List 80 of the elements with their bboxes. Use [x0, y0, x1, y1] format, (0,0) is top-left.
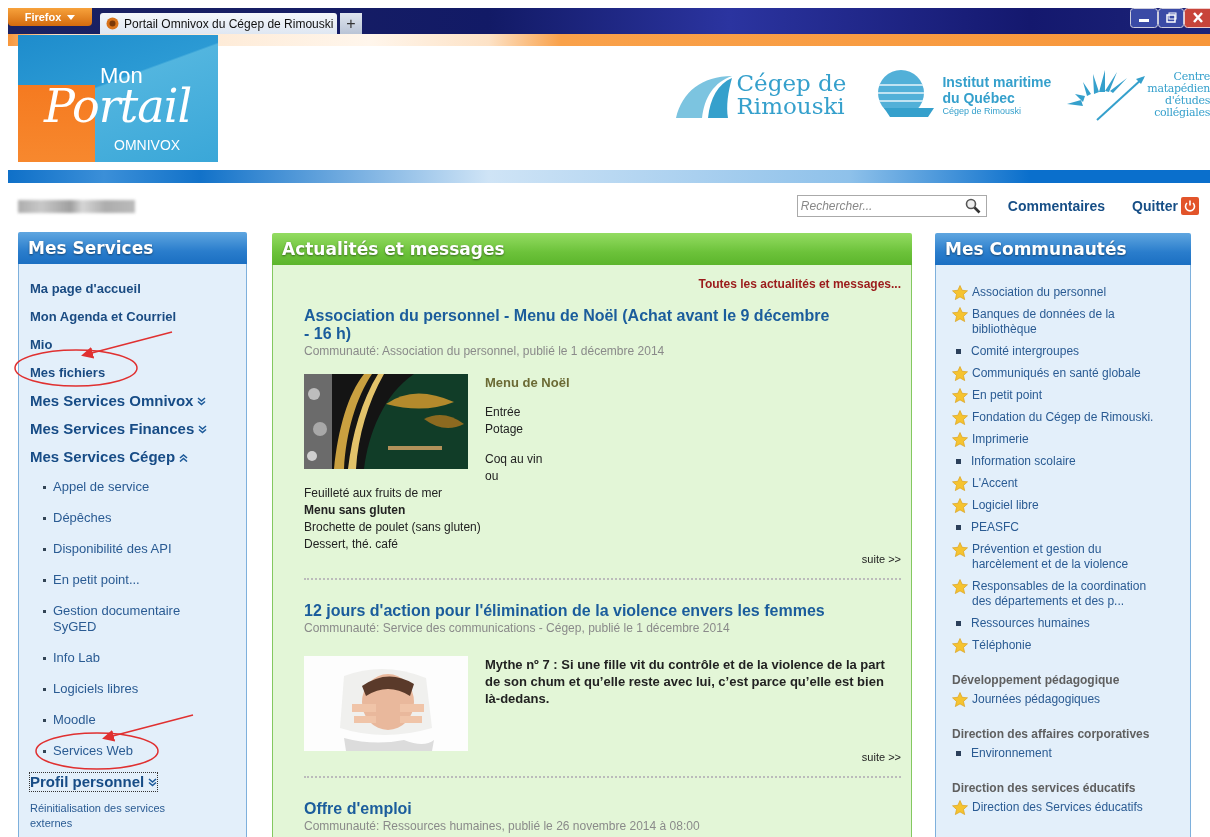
community-link[interactable]: Prévention et gestion du harcèlement et de la violence: [972, 542, 1162, 572]
sidebar-link[interactable]: Services Web: [53, 743, 213, 759]
post-text: Entrée: [485, 404, 521, 421]
sidebar-link[interactable]: Mon Agenda et Courriel: [30, 304, 177, 332]
community-link[interactable]: Comité intergroupes: [971, 344, 1161, 359]
post-meta: Communauté: Service des communications - Cégep, publié le 1 décembre 2014: [304, 621, 731, 636]
post-text: Dessert, thé. café: [304, 536, 399, 553]
restore-icon[interactable]: [1158, 8, 1184, 28]
community-link[interactable]: Téléphonie: [972, 638, 1162, 653]
more-link[interactable]: suite >>: [861, 553, 901, 565]
post-text: Menu sans gluten: [304, 502, 406, 519]
all-news-link[interactable]: Toutes les actualités et messages...: [304, 277, 901, 291]
quit-link[interactable]: Quitter: [1132, 198, 1178, 214]
sidebar-link[interactable]: Logiciels libres: [53, 681, 213, 697]
menu-heading: Menu de Noël: [485, 374, 570, 391]
post-meta: Communauté: Association du personnel, publié le 1 décembre 2014: [304, 344, 666, 359]
more-link[interactable]: suite >>: [861, 751, 901, 763]
panel-header: Mes Services: [18, 232, 247, 264]
sidebar-link[interactable]: Appel de service: [53, 479, 213, 495]
community-link[interactable]: Responsables de la coordination des départements et des p...: [972, 579, 1162, 609]
post-text: Coq au vin: [485, 451, 543, 468]
collapse-icon: [179, 452, 189, 462]
panel-header: Actualités et messages: [272, 233, 912, 265]
community-link[interactable]: En petit point: [972, 388, 1162, 403]
comments-link[interactable]: Commentaires: [1007, 198, 1106, 214]
search-field[interactable]: Rechercher...: [796, 195, 987, 217]
globe-logo-icon: [876, 70, 935, 120]
post-text: Mythe nº 7 : Si une fille vit du contrôle et de la violence de la part de son chum et qu’elle reste avec lui, c’est parce qu’elle est bien là-dedans.: [485, 656, 886, 707]
group-title: Direction des affaires corporatives: [952, 727, 1151, 742]
logo-text: Institut maritime du Québec Cégep de Rimouski: [942, 73, 1052, 117]
panel-header: Mes Communautés: [935, 233, 1191, 265]
search-icon[interactable]: [964, 198, 981, 214]
section-toggle[interactable]: Profil personnel: [30, 773, 158, 791]
minimize-icon[interactable]: [1130, 8, 1158, 28]
community-link[interactable]: Logiciel libre: [972, 498, 1162, 513]
community-link[interactable]: Banques de données de la bibliothèque: [972, 307, 1162, 337]
sidebar-link[interactable]: Dépêches: [53, 510, 213, 526]
community-link[interactable]: Ressources humaines: [971, 616, 1161, 631]
sidebar-link[interactable]: Moodle: [53, 712, 213, 728]
sidebar-link[interactable]: Info Lab: [53, 650, 213, 666]
community-link[interactable]: PEASFC: [971, 520, 1161, 535]
community-link[interactable]: L'Accent: [972, 476, 1162, 491]
group-title: Direction des services éducatifs: [952, 781, 1137, 796]
post-text: ou: [485, 468, 499, 485]
post-title-link[interactable]: Association du personnel - Menu de Noël (Achat avant le 9 décembre - 16 h): [304, 307, 834, 343]
sidebar-link[interactable]: Réinitialisation des services externes: [30, 797, 200, 831]
sidebar-link[interactable]: Ma page d'accueil: [30, 276, 141, 304]
post-text: Feuilleté aux fruits de mer: [304, 485, 443, 502]
post-title-link[interactable]: 12 jours d'action pour l'élimination de la violence envers les femmes: [304, 602, 834, 620]
community-link[interactable]: Journées pédagogiques: [972, 692, 1162, 707]
sidebar-link[interactable]: Mio: [30, 332, 53, 360]
community-link[interactable]: Information scolaire: [971, 454, 1161, 469]
power-icon[interactable]: [1181, 197, 1199, 215]
community-link[interactable]: Direction des Services éducatifs: [972, 800, 1162, 815]
expand-icon: [198, 424, 208, 434]
community-link[interactable]: Fondation du Cégep de Rimouski.: [972, 410, 1162, 425]
logo-text: Cégep de Rimouski: [736, 72, 847, 118]
sidebar-link[interactable]: Gestion documentaire SyGED: [53, 603, 213, 635]
community-link[interactable]: Association du personnel: [972, 285, 1162, 300]
caret-icon: [67, 14, 76, 20]
section-toggle[interactable]: Mes Services Cégep: [30, 444, 189, 472]
expand-icon: [197, 396, 207, 406]
sidebar-link[interactable]: En petit point...: [53, 572, 213, 588]
community-link[interactable]: Imprimerie: [972, 432, 1162, 447]
new-tab-button[interactable]: +: [340, 13, 362, 34]
post-meta: Communauté: Ressources humaines, publié le 26 novembre 2014 à 08:00: [304, 819, 701, 834]
close-icon[interactable]: [1184, 8, 1210, 28]
sidebar-link[interactable]: Disponibilité des API: [53, 541, 213, 557]
section-toggle[interactable]: Mes Services Finances: [30, 416, 208, 444]
section-toggle[interactable]: Mes Services Omnivox: [30, 388, 207, 416]
post-text: Potage: [485, 421, 524, 438]
browser-tab[interactable]: Portail Omnivox du Cégep de Rimouski: [100, 13, 337, 34]
post-title-link[interactable]: Offre d'emploi: [304, 800, 834, 818]
community-link[interactable]: Communiqués en santé globale: [972, 366, 1162, 381]
post-text: Brochette de poulet (sans gluten): [304, 519, 481, 536]
community-link[interactable]: Environnement: [971, 746, 1161, 761]
expand-icon: [148, 777, 158, 787]
logo-text: Centre matapédien d'études collégiales: [1147, 71, 1210, 119]
group-title: Développement pédagogique: [952, 673, 1121, 688]
flower-icon: [106, 17, 119, 30]
